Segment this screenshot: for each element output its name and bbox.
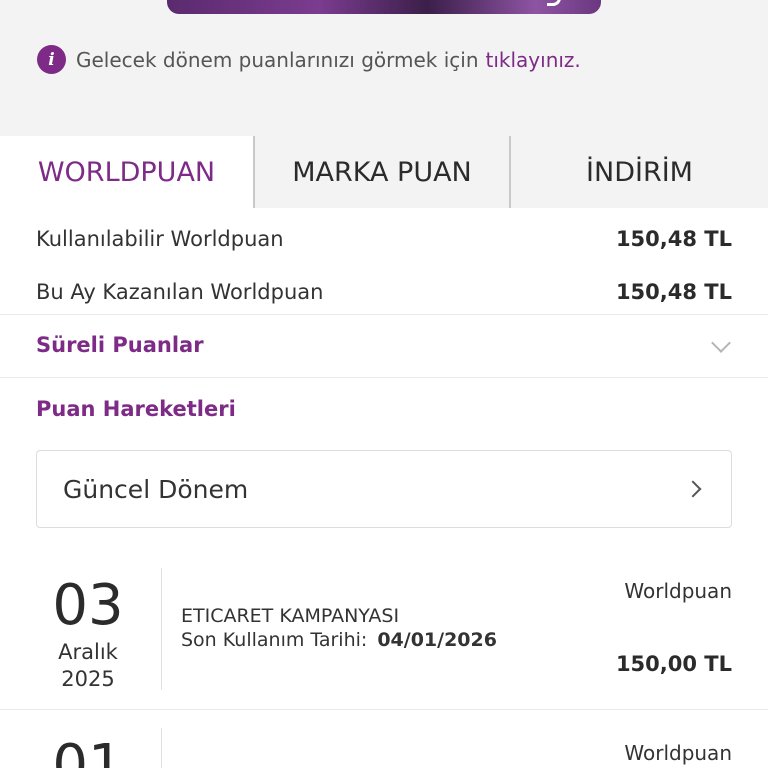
divider — [161, 568, 162, 690]
available-points-label: Kullanılabilir Worldpuan — [36, 227, 284, 251]
month-points-label: Bu Ay Kazanılan Worldpuan — [36, 280, 324, 304]
divider — [0, 377, 768, 378]
expiry-date: 04/01/2026 — [377, 629, 497, 651]
period-select-label: Güncel Dönem — [63, 474, 249, 504]
info-icon: i — [37, 45, 66, 74]
chevron-down-icon[interactable] — [711, 333, 731, 353]
timed-points-toggle[interactable]: Süreli Puanlar — [36, 333, 204, 357]
tab-marka-puan[interactable]: MARKA PUAN — [255, 136, 511, 208]
transaction-month: Aralık — [58, 640, 118, 664]
divider — [0, 709, 768, 710]
tab-worldpuan[interactable]: WORLDPUAN — [0, 136, 255, 208]
transaction-title: ETICARET KAMPANYASI — [181, 605, 400, 627]
divider — [0, 314, 768, 315]
header-area: i Gelecek dönem puanlarınızı görmek için… — [0, 0, 768, 137]
transaction-amount: 150,00 TL — [615, 652, 732, 676]
card-image[interactable] — [167, 0, 601, 14]
transaction-year: 2025 — [61, 667, 115, 691]
info-line: i Gelecek dönem puanlarınızı görmek için… — [37, 45, 581, 74]
transaction-item[interactable]: 01 Worldpuan — [0, 728, 768, 768]
transaction-day: 03 — [52, 573, 124, 638]
info-text: Gelecek dönem puanlarınızı görmek için — [76, 47, 479, 72]
available-points-value: 150,48 TL — [615, 227, 732, 251]
divider — [161, 728, 162, 768]
available-points-row: Kullanılabilir Worldpuan 150,48 TL — [36, 224, 732, 254]
expiry-label: Son Kullanım Tarihi: — [181, 629, 368, 651]
info-link[interactable]: tıklayınız. — [486, 48, 581, 72]
transaction-type: Worldpuan — [624, 579, 732, 603]
transaction-expiry: Son Kullanım Tarihi: 04/01/2026 — [181, 628, 497, 653]
month-points-row: Bu Ay Kazanılan Worldpuan 150,48 TL — [36, 277, 732, 307]
tab-indirim[interactable]: İNDİRİM — [511, 136, 768, 208]
month-points-value: 150,48 TL — [615, 280, 732, 304]
transaction-type: Worldpuan — [624, 741, 732, 765]
card-logo-icon — [547, 0, 561, 6]
transaction-day: 01 — [52, 733, 124, 768]
tab-bar: WORLDPUAN MARKA PUAN İNDİRİM — [0, 136, 768, 208]
transaction-item[interactable]: 03 Aralık 2025 ETICARET KAMPANYASI Son K… — [0, 568, 768, 692]
period-select[interactable]: Güncel Dönem — [36, 450, 732, 528]
chevron-right-icon — [684, 480, 702, 498]
point-movements-title: Puan Hareketleri — [36, 397, 236, 421]
